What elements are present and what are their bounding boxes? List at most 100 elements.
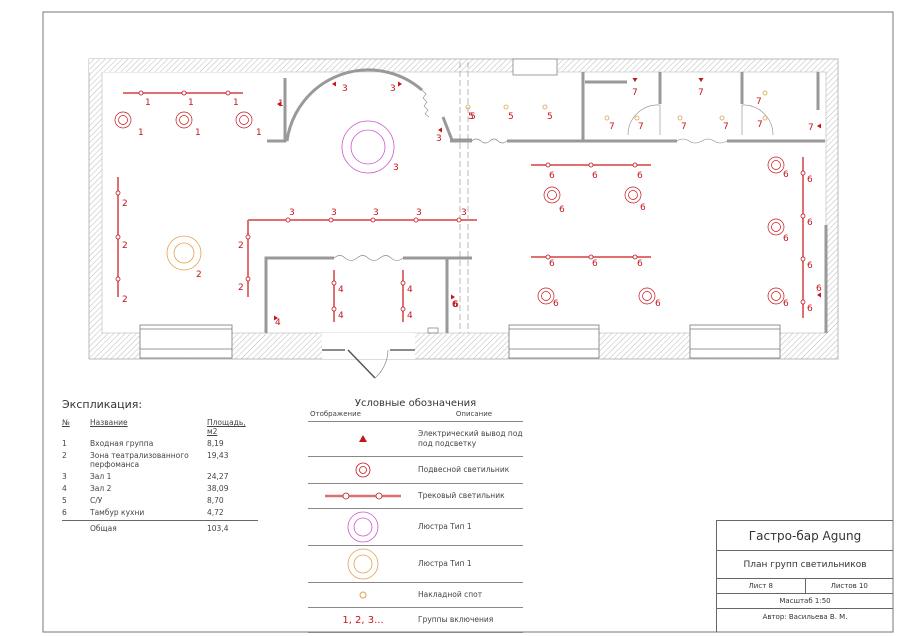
explication-header: № Название Площадь, м2 — [62, 418, 258, 436]
group-number-label: 6 — [549, 259, 555, 269]
group-number-label: 1 — [233, 98, 239, 108]
group-number-label: 6 — [783, 299, 789, 309]
legend-header: Отображение Описание — [308, 410, 523, 422]
sheet-numbers: Лист 8 Листов 10 — [717, 579, 893, 594]
legend-description: Люстра Тип 1 — [418, 522, 472, 531]
group-number-label: 6 — [807, 218, 813, 228]
explication-table: Экспликация: № Название Площадь, м2 1 Вхо… — [62, 398, 258, 536]
explication-title: Экспликация: — [62, 398, 143, 411]
group-number-label: 7 — [638, 122, 644, 132]
group-number-label: 3 — [331, 208, 337, 218]
title-block: Гастро-бар Agung План групп светильников… — [716, 520, 893, 632]
group-number-label: 6 — [549, 171, 555, 181]
group-number-label: 3 — [373, 208, 379, 218]
group-number-label: 6 — [592, 171, 598, 181]
group-number-label: 5 — [547, 112, 553, 122]
group-number-label: 6 — [640, 203, 646, 213]
group-number-label: 7 — [609, 122, 615, 132]
cell-name: Зона театрализованного перфоманса — [90, 451, 189, 469]
legend-description: Накладной спот — [418, 590, 483, 599]
explication-row: 6 Тамбур кухни 4,72 — [62, 508, 258, 517]
cell-num: 3 — [62, 472, 67, 481]
legend-description: Группы включения — [418, 615, 494, 624]
legend-description: Люстра Тип 1 — [418, 559, 472, 568]
group-number-label: 7 — [698, 88, 704, 98]
header-num: № — [62, 418, 70, 427]
legend-row: Трековый светильник — [308, 484, 523, 509]
legend-symbol-text: 1, 2, 3... — [342, 614, 384, 626]
group-number-label: 6 — [559, 205, 565, 215]
group-number-label: 6 — [807, 261, 813, 271]
group-number-label: 7 — [723, 122, 729, 132]
group-number-label: 7 — [808, 123, 814, 133]
group-number-label: 6 — [655, 299, 661, 309]
chandelier-type1-orange-icon — [308, 547, 418, 581]
group-number-label: 6 — [783, 234, 789, 244]
group-number-label: 5 — [508, 112, 514, 122]
group-number-label: 4 — [275, 318, 281, 328]
track-lamp-icon — [308, 479, 418, 513]
legend-title: Условные обозначения — [354, 398, 477, 409]
cell-num: 4 — [62, 484, 67, 493]
sheet-number: Лист 8 — [717, 579, 806, 593]
cell-num: 2 — [62, 451, 67, 460]
header-area: Площадь, м2 — [207, 418, 246, 436]
group-number-label: 7 — [632, 88, 638, 98]
group-number-label: 3 — [416, 208, 422, 218]
group-number-label: 3 — [390, 84, 396, 94]
cell-area: 8,19 — [207, 439, 224, 448]
group-number-label: 1 — [145, 98, 151, 108]
total-label: Общая — [90, 524, 117, 533]
group-number-label: 6 — [637, 171, 643, 181]
group-number-label: 2 — [238, 283, 244, 293]
group-number-label: 6 — [816, 284, 822, 294]
group-number-label: 7 — [756, 97, 762, 107]
group-number-label: 5 — [470, 112, 476, 122]
cell-num: 6 — [62, 508, 67, 517]
group-number-label: 6 — [783, 170, 789, 180]
group-number-label: 6 — [637, 259, 643, 269]
group-number-label: 3 — [289, 208, 295, 218]
group-number-label: 4 — [338, 285, 344, 295]
group-number-label: 2 — [122, 199, 128, 209]
cell-area: 8,70 — [207, 496, 224, 505]
group-number-label: 1 — [195, 128, 201, 138]
cell-name: С/У — [90, 496, 103, 505]
group-number-label: 4 — [338, 311, 344, 321]
scale: Масштаб 1:50 — [717, 594, 893, 609]
group-number-label: 6 — [807, 175, 813, 185]
group-number-label: 2 — [122, 241, 128, 251]
cell-area: 38,09 — [207, 484, 229, 493]
project-title: Гастро-бар Agung — [717, 521, 893, 551]
group-number-label: 1 — [278, 99, 284, 109]
group-number-label: 1 — [138, 128, 144, 138]
group-number-label: 6 — [807, 304, 813, 314]
legend-row: Электрический вывод под под подсветку — [308, 422, 523, 457]
header-name: Название — [90, 418, 128, 427]
group-numbers: 1, 2, 3... — [308, 615, 418, 626]
legend-description: Подвесной светильник — [418, 465, 510, 474]
group-number-label: 7 — [757, 120, 763, 130]
surface-spot-icon — [308, 578, 418, 612]
group-number-label: 4 — [407, 285, 413, 295]
cell-num: 1 — [62, 439, 67, 448]
cell-area: 24,27 — [207, 472, 229, 481]
group-number-label: 2 — [122, 295, 128, 305]
sheet-name: План групп светильников — [717, 551, 893, 579]
legend-table: Условные обозначения Отображение Описани… — [308, 398, 523, 633]
group-number-label: 6 — [592, 259, 598, 269]
group-number-label: 3 — [461, 208, 467, 218]
group-number-label: 1 — [188, 98, 194, 108]
cell-name: Зал 1 — [90, 472, 112, 481]
cell-num: 5 — [62, 496, 67, 505]
group-number-label: 3 — [393, 163, 399, 173]
electric-outlet-arrow-icon — [308, 422, 418, 456]
explication-row: 3 Зал 1 24,27 — [62, 472, 258, 481]
cell-area: 19,43 — [207, 451, 229, 460]
cell-name: Зал 2 — [90, 484, 112, 493]
group-number-label: 2 — [196, 270, 202, 280]
legend-row: Люстра Тип 1 — [308, 509, 523, 546]
cell-name: Входная группа — [90, 439, 154, 448]
explication-row: 1 Входная группа 8,19 — [62, 439, 258, 448]
explication-row: 4 Зал 2 38,09 — [62, 484, 258, 493]
